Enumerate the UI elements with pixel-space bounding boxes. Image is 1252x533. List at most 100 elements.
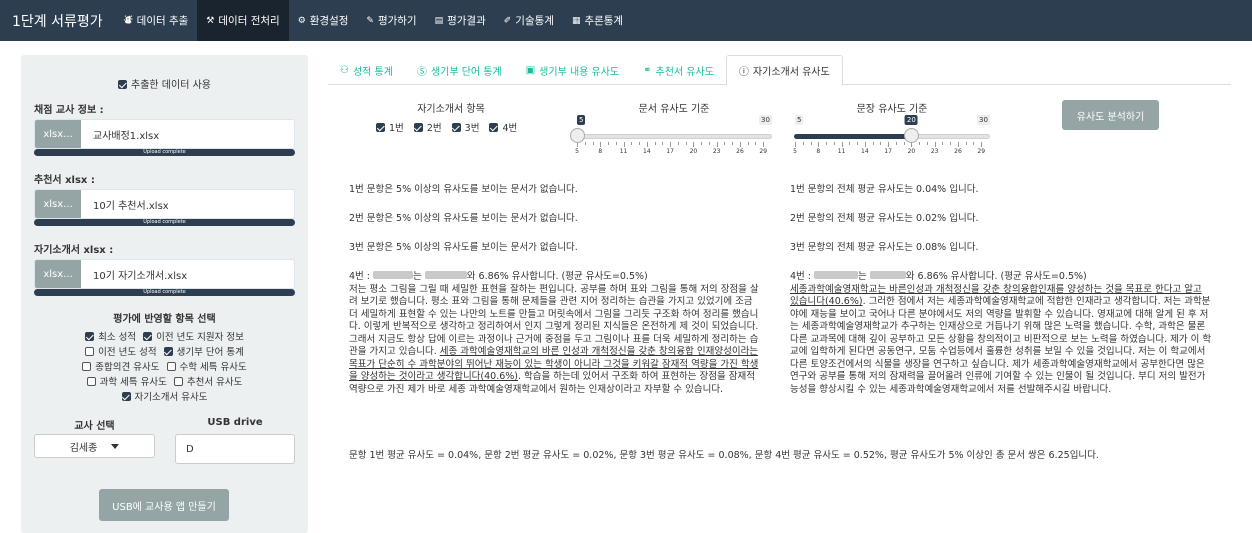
nav-settings[interactable]: ⚙ 환경설정 <box>289 0 358 41</box>
nav-data-preprocess[interactable]: ⚒ 데이터 전처리 <box>197 0 289 41</box>
slider-tick-label: 26 <box>954 148 962 155</box>
nav-evaluate[interactable]: ✎ 평가하기 <box>357 0 425 41</box>
slider-minor-tick <box>662 142 664 145</box>
slider-track[interactable] <box>576 134 772 139</box>
edit-icon: ✎ <box>366 15 374 26</box>
slider-minor-tick <box>857 142 859 145</box>
essay-browse-button[interactable]: xlsx... <box>35 260 81 288</box>
criteria-recommend-sim[interactable]: 추천서 유사도 <box>173 377 242 388</box>
criteria-min-score[interactable]: 최소 성적 <box>85 332 136 343</box>
sent-sim-title: 문장 유사도 기준 <box>856 104 928 115</box>
tab-record-content-sim[interactable]: ▣ 생기부 내용 유사도 <box>514 55 631 85</box>
slider-minor-tick <box>903 142 905 145</box>
slider-minor-tick <box>802 142 804 145</box>
slider-minor-tick <box>942 142 944 145</box>
slider-tick-label: 29 <box>759 148 768 155</box>
caret-down-icon <box>111 443 120 449</box>
criteria-essay-sim[interactable]: 자기소개서 유사도 <box>121 392 207 403</box>
tab-record-word-stats[interactable]: Ⓢ 생기부 단어 통계 <box>405 55 514 85</box>
slider-tick-label: 5 <box>793 148 797 155</box>
recommend-file-input[interactable]: xlsx... 10기 추천서.xlsx <box>34 189 295 219</box>
checkbox-checked-icon <box>413 123 423 132</box>
essay-item-3-checkbox[interactable]: 3번 <box>451 123 479 134</box>
essay-item-2-checkbox[interactable]: 2번 <box>413 123 442 134</box>
sidebar-panel: 추출한 데이터 사용 채점 교사 정보 : xlsx... 교사배정1.xlsx… <box>21 55 308 533</box>
recommend-browse-button[interactable]: xlsx... <box>35 190 81 218</box>
teacher-select-dropdown[interactable]: 김세종 <box>34 434 155 458</box>
sent-sim-slider[interactable]: 5 30 20 5 8 11 14 17 20 23 26 29 <box>793 115 990 155</box>
criteria-record-words[interactable]: 생기부 단어 통계 <box>163 347 244 358</box>
q4-right-header: 4번 : 는 와 6.86% 유사합니다. (평균 유사도=0.5%) <box>790 271 1087 282</box>
checkbox-checked-icon <box>163 347 173 356</box>
criteria-prev-applicant[interactable]: 이전 년도 지원자 정보 <box>143 332 244 343</box>
criteria-overall-sim[interactable]: 종합의견 유사도 <box>82 362 159 373</box>
slider-major-tick <box>600 142 602 147</box>
slider-major-tick <box>670 142 672 147</box>
result-q1-right: 1번 문항의 전체 평균 유사도는 0.04% 입니다. <box>790 184 979 195</box>
result-q2-left: 2번 문항은 5% 이상의 유사도를 보이는 문서가 없습니다. <box>349 213 578 224</box>
slider-major-tick <box>646 142 648 147</box>
slider-handle[interactable] <box>569 128 585 143</box>
checkbox-unchecked-icon <box>82 362 92 371</box>
criteria-science-sim[interactable]: 과학 세특 유사도 <box>86 377 167 388</box>
slider-tick-label: 11 <box>837 148 846 155</box>
doc-sim-title: 문서 유사도 기준 <box>638 104 710 115</box>
save-icon: ▣ <box>525 64 536 76</box>
doc-sim-slider[interactable]: 53055811141720232629 <box>569 115 772 156</box>
teacher-file-name: 교사배정1.xlsx <box>93 130 160 142</box>
tab-score-stats[interactable]: ⚇ 성적 통계 <box>328 55 405 85</box>
slider-tick-label: 26 <box>736 148 744 155</box>
nav-descriptive-stats[interactable]: ✐ 기술통계 <box>495 0 563 41</box>
slider-major-tick <box>693 142 695 147</box>
make-usb-app-button[interactable]: USB에 교사용 앱 만들기 <box>99 489 229 521</box>
nav-data-extract[interactable]: ⛇ 데이터 추출 <box>115 0 198 41</box>
checkbox-unchecked-icon <box>173 377 183 386</box>
essay-item-1-checkbox[interactable]: 1번 <box>376 123 404 134</box>
slider-major-tick <box>623 142 625 147</box>
slider-minor-tick <box>654 142 656 145</box>
file-icon: ▤ <box>434 15 444 26</box>
essay-file-input[interactable]: xlsx... 10기 자기소개서.xlsx <box>34 259 295 289</box>
slider-tick-label: 5 <box>575 148 579 155</box>
checkbox-unchecked-icon <box>166 362 176 371</box>
q4-right-essay: 세종과학예술영재학교는 바른인성과 개척정신을 갖춘 창의융합인재를 양성하는 … <box>790 283 1212 395</box>
slider-minor-tick <box>724 142 726 145</box>
slider-minor-tick <box>592 142 594 145</box>
use-extracted-checkbox[interactable]: 추출한 데이터 사용 <box>21 76 308 91</box>
slider-minor-tick <box>639 142 641 145</box>
slider-max-label: 30 <box>977 115 990 125</box>
nav-inferential-stats[interactable]: ▦ 추론통계 <box>563 0 632 41</box>
recommend-upload-progress: Upload complete <box>34 219 295 226</box>
slider-major-tick <box>818 142 820 147</box>
essay-item-4-checkbox[interactable]: 4번 <box>489 123 517 134</box>
slider-tick-label: 11 <box>619 148 628 155</box>
wordpress-icon: Ⓢ <box>416 66 427 78</box>
slider-tick-labels: 5 8 11 14 17 20 23 26 29 <box>575 148 772 156</box>
teacher-file-input[interactable]: xlsx... 교사배정1.xlsx <box>34 119 295 149</box>
checkbox-checked-icon <box>376 123 385 132</box>
slider-minor-tick <box>708 142 710 145</box>
essay-items-title: 자기소개서 항목 <box>417 104 485 115</box>
slider-minor-tick <box>965 142 967 145</box>
slider-handle[interactable] <box>903 128 919 143</box>
database-icon: ⛇ <box>123 16 133 26</box>
essay-items-checkboxes: 1번 2번 3번 4번 <box>376 120 524 134</box>
teacher-browse-button[interactable]: xlsx... <box>35 120 81 148</box>
checkbox-unchecked-icon <box>85 347 95 356</box>
similarity-summary: 문항 1번 평균 유사도 = 0.04%, 문항 2번 평균 유사도 = 0.0… <box>349 450 1099 461</box>
result-q3-left: 3번 문항은 5% 이상의 유사도를 보이는 문서가 없습니다. <box>349 242 578 253</box>
criteria-checkbox-group: 최소 성적 이전 년도 지원자 정보 이전 년도 성적 생기부 단어 통계 종합… <box>21 329 308 404</box>
tab-essay-sim[interactable]: ⓘ 자기소개서 유사도 <box>725 55 843 86</box>
analyze-similarity-button[interactable]: 유사도 분석하기 <box>1062 100 1159 130</box>
slider-value-label: 5 <box>577 115 586 125</box>
slider-minor-tick <box>732 142 734 145</box>
criteria-prev-score[interactable]: 이전 년도 성적 <box>85 347 157 358</box>
slider-major-tick <box>934 142 936 147</box>
tab-recommend-sim[interactable]: ⚭ 추천서 유사도 <box>631 55 726 85</box>
usb-drive-input[interactable]: D <box>175 434 295 464</box>
slider-minor-tick <box>895 142 897 145</box>
app-title[interactable]: 1단계 서류평가 <box>0 11 115 31</box>
nav-results[interactable]: ▤ 평가결과 <box>426 0 495 41</box>
users-icon: ⚇ <box>340 64 349 76</box>
criteria-math-sim[interactable]: 수학 세특 유사도 <box>166 362 247 373</box>
